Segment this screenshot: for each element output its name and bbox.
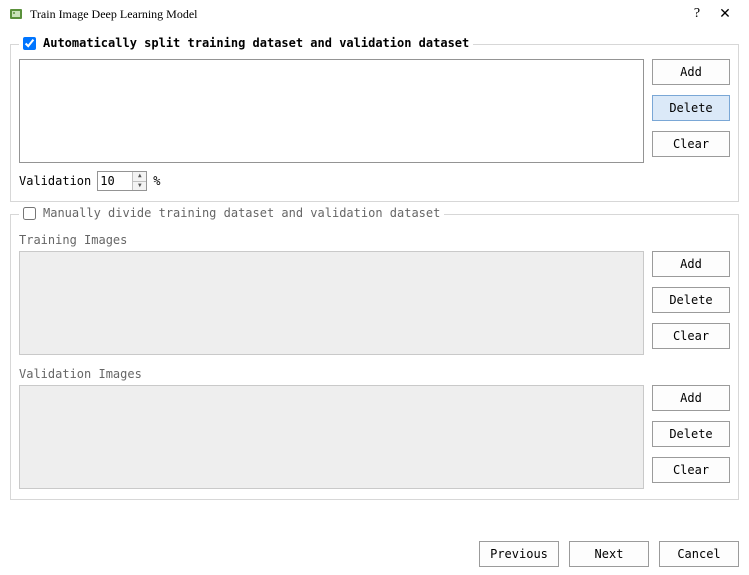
validation-images-label: Validation Images bbox=[19, 367, 730, 381]
window-title: Train Image Deep Learning Model bbox=[30, 7, 683, 22]
validation-images-listbox[interactable] bbox=[19, 385, 644, 489]
spin-up-icon[interactable]: ▲ bbox=[133, 172, 146, 182]
auto-split-checkbox[interactable] bbox=[23, 37, 36, 50]
wizard-button-bar: Previous Next Cancel bbox=[479, 541, 739, 567]
validation-label: Validation bbox=[19, 174, 91, 188]
spin-down-icon[interactable]: ▼ bbox=[133, 182, 146, 191]
auto-add-button[interactable]: Add bbox=[652, 59, 730, 85]
manual-split-legend: Manually divide training dataset and val… bbox=[19, 206, 444, 220]
cancel-button[interactable]: Cancel bbox=[659, 541, 739, 567]
validation-unit: % bbox=[153, 174, 160, 188]
manual-split-checkbox[interactable] bbox=[23, 207, 36, 220]
training-images-label: Training Images bbox=[19, 233, 730, 247]
validation-input[interactable] bbox=[98, 173, 132, 189]
titlebar: Train Image Deep Learning Model ? ✕ bbox=[0, 0, 749, 32]
validation-delete-button[interactable]: Delete bbox=[652, 421, 730, 447]
training-clear-button[interactable]: Clear bbox=[652, 323, 730, 349]
app-icon bbox=[8, 6, 24, 22]
training-add-button[interactable]: Add bbox=[652, 251, 730, 277]
training-delete-button[interactable]: Delete bbox=[652, 287, 730, 313]
help-button[interactable]: ? bbox=[683, 6, 711, 22]
auto-delete-button[interactable]: Delete bbox=[652, 95, 730, 121]
validation-spinbox[interactable]: ▲ ▼ bbox=[97, 171, 147, 191]
validation-add-button[interactable]: Add bbox=[652, 385, 730, 411]
manual-split-legend-label: Manually divide training dataset and val… bbox=[43, 206, 440, 220]
auto-split-group: Automatically split training dataset and… bbox=[10, 44, 739, 202]
auto-dataset-listbox[interactable] bbox=[19, 59, 644, 163]
next-button[interactable]: Next bbox=[569, 541, 649, 567]
training-images-listbox[interactable] bbox=[19, 251, 644, 355]
auto-split-legend-label: Automatically split training dataset and… bbox=[43, 36, 469, 50]
previous-button[interactable]: Previous bbox=[479, 541, 559, 567]
manual-split-group: Manually divide training dataset and val… bbox=[10, 214, 739, 500]
auto-clear-button[interactable]: Clear bbox=[652, 131, 730, 157]
validation-clear-button[interactable]: Clear bbox=[652, 457, 730, 483]
auto-split-legend: Automatically split training dataset and… bbox=[19, 36, 473, 50]
close-button[interactable]: ✕ bbox=[711, 6, 739, 23]
